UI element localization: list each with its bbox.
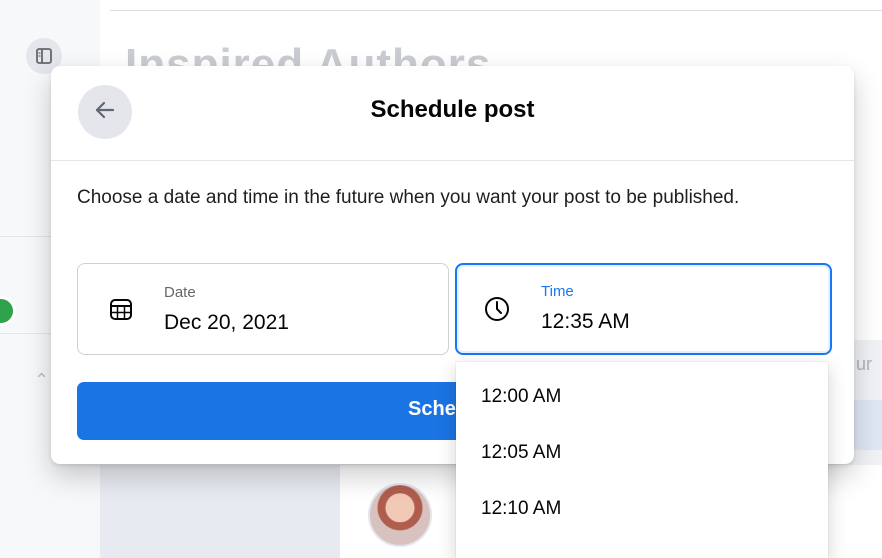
- time-dropdown[interactable]: 12:00 AM 12:05 AM 12:10 AM: [456, 362, 828, 558]
- date-label: Date: [164, 284, 196, 301]
- calendar-icon: [106, 294, 136, 324]
- avatar[interactable]: [368, 483, 432, 547]
- dialog-header: Schedule post: [51, 66, 854, 161]
- clock-icon: [482, 294, 512, 324]
- time-option-label: 12:00 AM: [481, 386, 562, 407]
- time-option[interactable]: 12:10 AM: [456, 482, 828, 538]
- top-divider: [110, 10, 882, 11]
- feed-left-panel: [100, 465, 340, 558]
- time-option[interactable]: 12:00 AM: [456, 370, 828, 426]
- time-option[interactable]: 12:05 AM: [456, 426, 828, 482]
- time-picker-field[interactable]: Time 12:35 AM: [455, 263, 832, 355]
- time-label: Time: [541, 283, 574, 300]
- time-option-label: 12:05 AM: [481, 442, 562, 463]
- background-text-fragment: ur: [856, 354, 873, 374]
- date-value: Dec 20, 2021: [164, 311, 289, 334]
- dialog-title: Schedule post: [370, 96, 535, 123]
- time-option-label: 12:10 AM: [481, 498, 562, 519]
- time-value: 12:35 AM: [541, 310, 630, 333]
- chevron-up-icon[interactable]: ⌃: [34, 370, 49, 391]
- instructions-text: Choose a date and time in the future whe…: [77, 187, 740, 208]
- date-picker-field[interactable]: Date Dec 20, 2021: [77, 263, 449, 355]
